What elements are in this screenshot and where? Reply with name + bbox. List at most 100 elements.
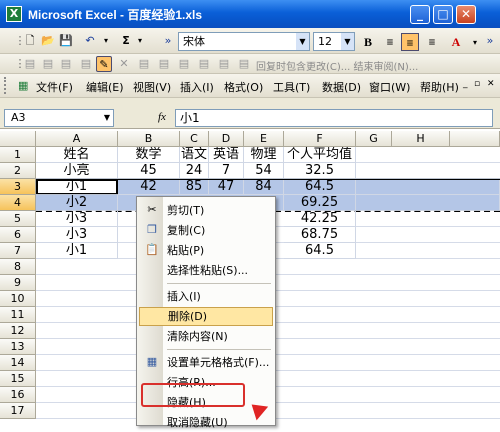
cell-e2[interactable]: 54 (244, 163, 284, 179)
row-header[interactable]: 16 (0, 387, 36, 403)
align-left-icon[interactable]: ≡ (381, 33, 399, 51)
cell-f7[interactable]: 64.5 (284, 243, 356, 259)
menu-item-paste[interactable]: 📋 粘贴(P) (139, 241, 273, 260)
name-box[interactable]: A3 ▼ (4, 109, 114, 127)
cell-b2[interactable]: 45 (118, 163, 180, 179)
row-header[interactable]: 12 (0, 323, 36, 339)
cell-e1[interactable]: 物理 (244, 147, 284, 163)
review-icon[interactable]: ▤ (136, 56, 152, 72)
column-header-g[interactable]: G (356, 131, 392, 147)
more-buttons-icon[interactable]: » (482, 33, 498, 49)
font-size-select[interactable]: 12 ▼ (313, 32, 355, 51)
track-changes-icon[interactable]: ✎ (96, 56, 112, 72)
align-right-icon[interactable]: ≡ (423, 33, 441, 51)
open-icon[interactable]: 📂 (40, 33, 56, 49)
undo-icon[interactable]: ↶ (82, 33, 98, 49)
review-icon[interactable]: ▤ (196, 56, 212, 72)
cell-c1[interactable]: 语文 (180, 147, 209, 163)
minimize-button[interactable]: _ (410, 5, 430, 24)
column-header-c[interactable]: C (180, 131, 209, 147)
excel-doc-icon[interactable]: ▦ (18, 79, 28, 92)
cell-f5[interactable]: 42.25 (284, 211, 356, 227)
review-icon[interactable]: ▤ (40, 56, 56, 72)
doc-close-icon[interactable]: ✕ (487, 79, 495, 89)
formula-input[interactable]: 小1 (175, 109, 493, 127)
menu-view[interactable]: 视图(V) (133, 79, 171, 95)
menu-item-delete[interactable]: 删除(D) (139, 307, 273, 326)
cell-f6[interactable]: 68.75 (284, 227, 356, 243)
review-icon[interactable]: ▤ (236, 56, 252, 72)
doc-restore-icon[interactable]: ▫ (474, 79, 480, 89)
align-center-icon[interactable]: ≡ (401, 33, 419, 51)
row-header[interactable]: 10 (0, 291, 36, 307)
menu-item-format-cells[interactable]: ▦ 设置单元格格式(F)... (139, 353, 273, 372)
undo-dropdown-icon[interactable]: ▾ (98, 33, 114, 49)
review-icon[interactable]: ▤ (216, 56, 232, 72)
font-name-select[interactable]: 宋体 ▼ (178, 32, 310, 51)
cell-a1[interactable]: 姓名 (36, 147, 118, 163)
column-header-d[interactable]: D (209, 131, 244, 147)
cell-a2[interactable]: 小亮 (36, 163, 118, 179)
font-color-icon[interactable]: A (447, 33, 465, 51)
close-button[interactable]: ✕ (456, 5, 476, 24)
menu-item-copy[interactable]: ❐ 复制(C) (139, 221, 273, 240)
review-icon[interactable]: ▤ (58, 56, 74, 72)
menu-data[interactable]: 数据(D) (322, 79, 361, 95)
review-icon[interactable]: ▤ (156, 56, 172, 72)
menu-format[interactable]: 格式(O) (224, 79, 263, 95)
cell-d2[interactable]: 7 (209, 163, 244, 179)
cell-a7[interactable]: 小1 (36, 243, 118, 259)
menu-item-cut[interactable]: ✂ 剪切(T) (139, 201, 273, 220)
row-header-selected[interactable]: 3 (0, 179, 36, 195)
review-icon[interactable]: ▤ (22, 56, 38, 72)
review-icon[interactable]: ▤ (176, 56, 192, 72)
cell-b1[interactable]: 数学 (118, 147, 180, 163)
more-buttons-icon[interactable]: » (160, 33, 176, 49)
font-color-dropdown-icon[interactable]: ▾ (467, 35, 483, 51)
column-header-f[interactable]: F (284, 131, 356, 147)
autosum-dropdown-icon[interactable]: ▾ (132, 33, 148, 49)
menu-file[interactable]: 文件(F) (36, 79, 73, 95)
row-header[interactable]: 15 (0, 371, 36, 387)
save-icon[interactable]: 💾 (58, 33, 74, 49)
cell-d1[interactable]: 英语 (209, 147, 244, 163)
menu-edit[interactable]: 编辑(E) (86, 79, 124, 95)
menu-item-clear-contents[interactable]: 清除内容(N) (139, 327, 273, 346)
menu-help[interactable]: 帮助(H) (420, 79, 459, 95)
cell-c2[interactable]: 24 (180, 163, 209, 179)
review-icon[interactable]: ✕ (116, 56, 132, 72)
select-all-corner[interactable] (0, 131, 36, 147)
column-header-b[interactable]: B (118, 131, 180, 147)
bold-button[interactable]: B (359, 33, 377, 51)
row-header[interactable]: 14 (0, 355, 36, 371)
cell-f2[interactable]: 32.5 (284, 163, 356, 179)
row-header[interactable]: 1 (0, 147, 36, 163)
row-header[interactable]: 2 (0, 163, 36, 179)
cell-f1[interactable]: 个人平均值 (284, 147, 356, 163)
row-header[interactable]: 7 (0, 243, 36, 259)
row-header[interactable]: 13 (0, 339, 36, 355)
review-commands-text[interactable]: 回复时包含更改(C)... 结束审阅(N)... (256, 58, 418, 73)
row-header[interactable]: 6 (0, 227, 36, 243)
row-header[interactable]: 11 (0, 307, 36, 323)
row-header-selected[interactable]: 4 (0, 195, 36, 211)
row-header[interactable]: 8 (0, 259, 36, 275)
doc-minimize-icon[interactable]: _ (463, 79, 468, 89)
menu-insert[interactable]: 插入(I) (180, 79, 214, 95)
row-header[interactable]: 17 (0, 403, 36, 419)
new-icon[interactable]: 🗋 (22, 33, 38, 49)
column-header-a[interactable]: A (36, 131, 118, 147)
cell-a6[interactable]: 小3 (36, 227, 118, 243)
cell-a5[interactable]: 小3 (36, 211, 118, 227)
row-header[interactable]: 5 (0, 211, 36, 227)
review-icon[interactable]: ▤ (78, 56, 94, 72)
menu-item-paste-special[interactable]: 选择性粘贴(S)... (139, 261, 273, 280)
column-header-e[interactable]: E (244, 131, 284, 147)
maximize-button[interactable]: □ (433, 5, 453, 24)
insert-function-icon[interactable]: fx (158, 111, 166, 123)
row-header[interactable]: 9 (0, 275, 36, 291)
menu-tools[interactable]: 工具(T) (273, 79, 310, 95)
column-header-h[interactable]: H (392, 131, 450, 147)
menu-window[interactable]: 窗口(W) (369, 79, 410, 95)
menu-item-insert[interactable]: 插入(I) (139, 287, 273, 306)
